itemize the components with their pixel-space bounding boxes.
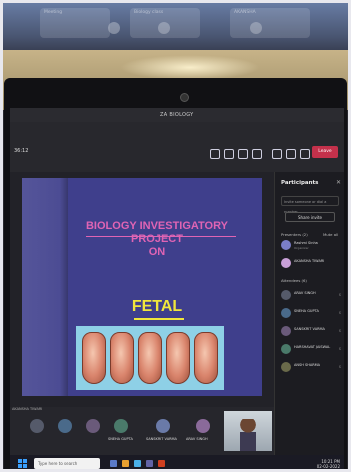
powerpoint-icon[interactable] bbox=[158, 460, 165, 467]
avatar bbox=[281, 240, 291, 250]
mic-off-icon: ꜱ bbox=[338, 310, 341, 315]
fetus-image bbox=[166, 332, 190, 384]
more-icon[interactable] bbox=[252, 149, 262, 159]
slide-subtitle-underline bbox=[134, 318, 184, 320]
shared-screen-stage: BIOLOGY INVESTIGATORY PROJECT ON FETAL bbox=[10, 172, 274, 407]
reflection-text: AKANSHA bbox=[234, 10, 256, 15]
slide-side-band bbox=[22, 178, 68, 396]
mic-off-icon: ꜱ bbox=[338, 328, 341, 333]
avatar[interactable] bbox=[156, 419, 170, 433]
participant-row[interactable]: ARAV SINGH ꜱ bbox=[281, 290, 341, 302]
tile-name: SANSKRIT VARMA bbox=[146, 437, 177, 441]
leave-button[interactable]: Leave bbox=[312, 146, 338, 158]
presenter-label: AKANSHA TIWARI bbox=[12, 407, 43, 411]
slide-title-line: BIOLOGY INVESTIGATORY bbox=[85, 220, 228, 232]
mic-icon[interactable] bbox=[286, 149, 296, 159]
close-icon[interactable]: ✕ bbox=[336, 179, 341, 186]
system-tray-clock[interactable]: 10:21 PM 02-02-2022 bbox=[317, 459, 340, 469]
panel-title: Participants bbox=[281, 180, 319, 186]
reflection-tile: Meeting bbox=[40, 8, 110, 38]
chat-icon[interactable] bbox=[224, 149, 234, 159]
participant-row[interactable]: SNEHA GUPTA ꜱ bbox=[281, 308, 341, 320]
reactions-icon[interactable] bbox=[238, 149, 248, 159]
reflection-avatar bbox=[158, 22, 170, 34]
tile-name: ARAV SINGH bbox=[186, 437, 208, 441]
tile-name: SNEHA GUPTA bbox=[108, 437, 133, 441]
windows-start-icon[interactable] bbox=[18, 459, 27, 468]
mute-all-button[interactable]: Mute all bbox=[323, 232, 338, 237]
reflection-avatar bbox=[108, 22, 120, 34]
fetal-images-strip bbox=[76, 326, 224, 390]
participant-role: Organizer bbox=[294, 246, 309, 250]
teams-icon[interactable] bbox=[146, 460, 153, 467]
fetus-image bbox=[138, 332, 162, 384]
participant-row[interactable]: Rashmi Sinha Organizer bbox=[281, 240, 341, 252]
fetus-image bbox=[194, 332, 218, 384]
avatar bbox=[281, 258, 291, 268]
window-title: ZA BIOLOGY bbox=[160, 112, 194, 118]
light-glare bbox=[120, 55, 260, 80]
edge-icon[interactable] bbox=[134, 460, 141, 467]
participant-name: HARSHAVAT JAISWAL bbox=[294, 345, 331, 349]
attendees-label: Attendees (6) bbox=[281, 278, 307, 283]
participant-name: SANSKRIT VARMA bbox=[294, 327, 325, 331]
folder-icon[interactable] bbox=[122, 460, 129, 467]
participant-name: AKANSHA TIWARI bbox=[294, 259, 325, 263]
laptop-screen: ZA BIOLOGY 36:12 Leave BIOLOGY INVESTIGA… bbox=[10, 108, 344, 472]
participant-name: ARAV SINGH bbox=[294, 291, 316, 295]
avatar[interactable] bbox=[196, 419, 210, 433]
slide-title-line: ON bbox=[148, 246, 166, 258]
participant-row[interactable]: ANSH SHARMA ꜱ bbox=[281, 362, 341, 374]
avatar[interactable] bbox=[114, 419, 128, 433]
participant-name: SNEHA GUPTA bbox=[294, 309, 319, 313]
participants-panel: Participants ✕ Invite someone or dial a … bbox=[274, 172, 344, 472]
slide-title: BIOLOGY INVESTIGATORY PROJECT ON bbox=[82, 220, 232, 259]
share-icon[interactable] bbox=[300, 149, 310, 159]
avatar[interactable] bbox=[30, 419, 44, 433]
reflection-strip: Meeting Biology class AKANSHA bbox=[0, 0, 351, 50]
participant-row[interactable]: SANSKRIT VARMA ꜱ bbox=[281, 326, 341, 338]
webcam-icon bbox=[180, 93, 189, 102]
reflection-tile: AKANSHA bbox=[230, 8, 310, 38]
avatar[interactable] bbox=[86, 419, 100, 433]
avatar bbox=[281, 362, 291, 372]
share-invite-button[interactable]: Share invite bbox=[285, 212, 335, 222]
reflection-text: Biology class bbox=[134, 10, 164, 15]
mic-off-icon: ꜱ bbox=[338, 364, 341, 369]
slide-subtitle: FETAL bbox=[131, 298, 183, 315]
participants-icon[interactable] bbox=[210, 149, 220, 159]
participant-name: Rashmi Sinha bbox=[294, 241, 318, 245]
presenters-label: Presenters (2) bbox=[281, 232, 308, 237]
mic-off-icon: ꜱ bbox=[338, 346, 341, 351]
participant-row[interactable]: AKANSHA TIWARI bbox=[281, 258, 341, 270]
app-icon[interactable] bbox=[110, 460, 117, 467]
taskbar-search-input[interactable]: Type here to search bbox=[34, 458, 100, 469]
participant-name: ANSH SHARMA bbox=[294, 363, 321, 367]
avatar bbox=[281, 344, 291, 354]
avatar[interactable] bbox=[58, 419, 72, 433]
windows-taskbar: Type here to search 10:21 PM 02-02-2022 bbox=[10, 455, 344, 472]
participant-tiles: AKANSHA TIWARI SNEHA GUPTA SANSKRIT VARM… bbox=[10, 407, 274, 455]
mic-off-icon: ꜱ bbox=[338, 292, 341, 297]
avatar bbox=[281, 290, 291, 300]
fetus-image bbox=[82, 332, 106, 384]
slide-title-line: PROJECT bbox=[131, 233, 183, 245]
camera-icon[interactable] bbox=[272, 149, 282, 159]
clock-date: 02-02-2022 bbox=[316, 464, 340, 469]
meeting-toolbar: 36:12 Leave bbox=[10, 122, 344, 172]
meeting-timer: 36:12 bbox=[14, 148, 29, 154]
presentation-slide: BIOLOGY INVESTIGATORY PROJECT ON FETAL bbox=[22, 178, 262, 396]
reflection-avatar bbox=[250, 22, 262, 34]
fetus-image bbox=[110, 332, 134, 384]
avatar bbox=[281, 326, 291, 336]
title-bar: ZA BIOLOGY bbox=[10, 108, 344, 122]
reflection-text: Meeting bbox=[44, 10, 63, 15]
participant-row[interactable]: HARSHAVAT JAISWAL ꜱ bbox=[281, 344, 341, 356]
video-person bbox=[240, 419, 256, 451]
self-video-tile[interactable] bbox=[224, 411, 272, 451]
avatar bbox=[281, 308, 291, 318]
invite-input[interactable]: Invite someone or dial a number bbox=[281, 196, 339, 214]
slide-title-underline bbox=[86, 236, 236, 237]
